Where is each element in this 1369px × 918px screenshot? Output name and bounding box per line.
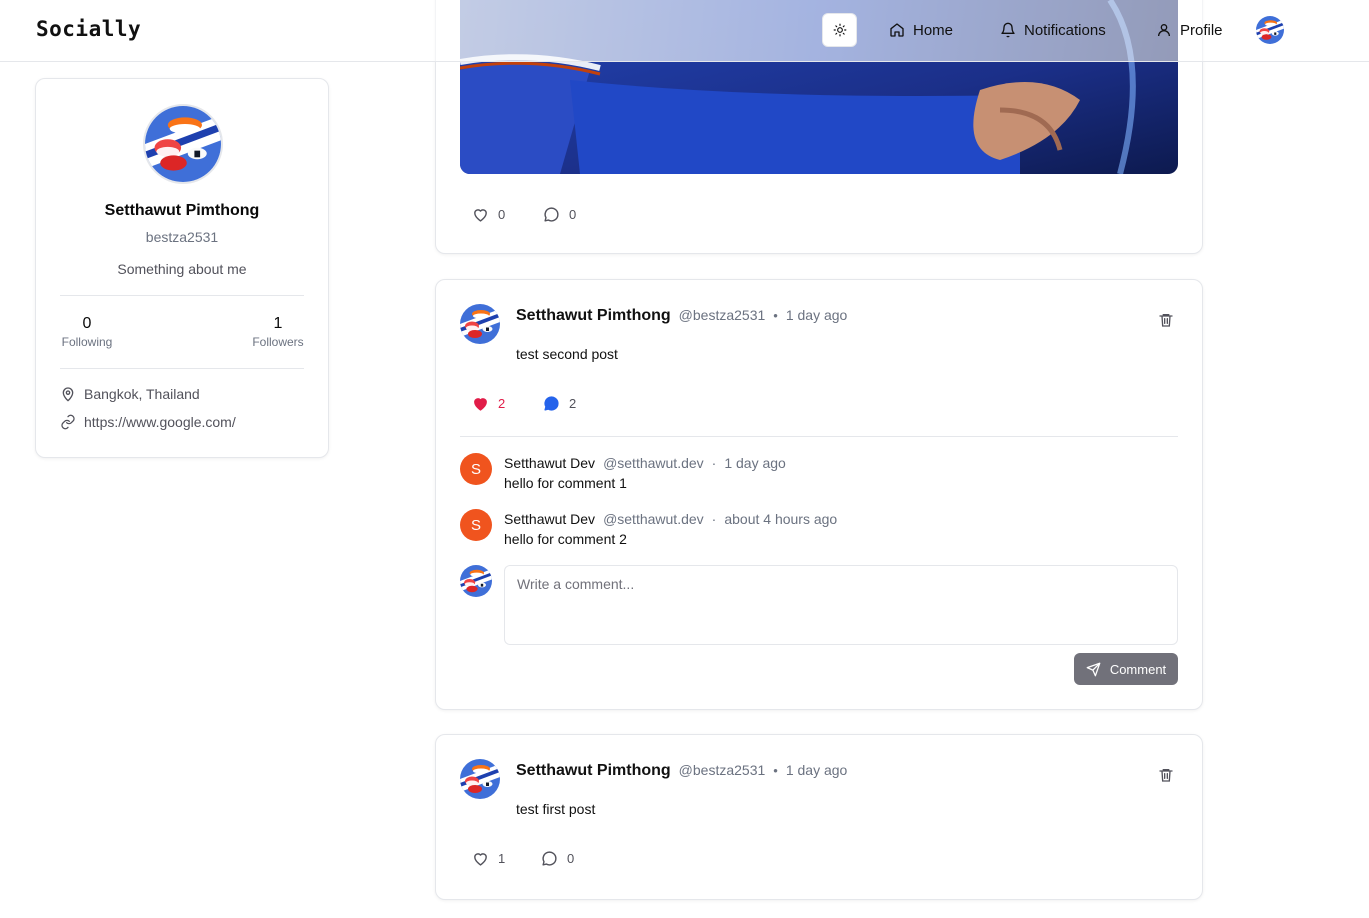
comment-count: 2 [569, 396, 577, 411]
nav-profile-label: Profile [1180, 21, 1223, 39]
comment-header: Setthawut Dev @setthawut.dev · 1 day ago [504, 455, 786, 471]
nav-notifications-label: Notifications [1024, 21, 1106, 39]
submit-comment-label: Comment [1109, 661, 1167, 677]
heart-icon [474, 209, 487, 222]
sun-icon [833, 23, 846, 37]
profile-location: Bangkok, Thailand [60, 386, 200, 402]
delete-post-button[interactable] [1158, 767, 1174, 783]
comment-text: hello for comment 1 [504, 475, 627, 491]
post-author-name[interactable]: Setthawut Pimthong [516, 307, 671, 325]
comment-text: hello for comment 2 [504, 531, 627, 547]
post-author-avatar[interactable] [460, 759, 500, 799]
post-time: 1 day ago [785, 307, 848, 323]
post-header: Setthawut Pimthong @bestza2531 • 1 day a… [516, 762, 847, 780]
comment-time: about 4 hours ago [724, 511, 838, 527]
profile-avatar[interactable] [143, 104, 223, 184]
current-user-avatar [460, 565, 492, 597]
comment-header: Setthawut Dev @setthawut.dev · about 4 h… [504, 511, 837, 527]
post-header: Setthawut Pimthong @bestza2531 • 1 day a… [516, 307, 847, 325]
nav-profile[interactable]: Profile [1156, 17, 1223, 43]
profile-username: bestza2531 [145, 229, 219, 245]
like-button[interactable]: 0 [472, 206, 505, 223]
comment-toggle-button[interactable]: 0 [543, 206, 576, 223]
post-author-avatar[interactable] [460, 304, 500, 344]
post-card: Setthawut Pimthong @bestza2531 • 1 day a… [435, 279, 1203, 710]
message-circle-filled-icon [544, 396, 559, 411]
comment-author[interactable]: Setthawut Dev [504, 455, 595, 471]
separator-dot: • [773, 763, 778, 778]
post-author-handle[interactable]: @bestza2531 [679, 307, 766, 323]
comment-time: 1 day ago [724, 455, 786, 471]
trash-icon [1159, 314, 1173, 327]
app-logo[interactable]: Socially [36, 17, 141, 41]
submit-comment-button[interactable]: Comment [1074, 653, 1178, 685]
profile-website[interactable]: https://www.google.com/ [60, 414, 236, 430]
like-count: 0 [498, 207, 506, 222]
following-stat: 0 Following [60, 315, 114, 349]
post-author-handle[interactable]: @bestza2531 [679, 762, 766, 778]
comment-toggle-button[interactable]: 0 [541, 850, 574, 867]
comment-toggle-button[interactable]: 2 [543, 395, 576, 412]
comment-input[interactable] [504, 565, 1178, 645]
following-count: 0 [82, 315, 92, 332]
separator-dot: • [773, 308, 778, 323]
heart-icon [474, 853, 487, 866]
message-circle-icon [542, 851, 557, 866]
home-icon [890, 23, 904, 37]
link-icon [61, 414, 75, 430]
theme-toggle-button[interactable] [822, 13, 857, 47]
website-link[interactable]: https://www.google.com/ [84, 414, 236, 430]
separator-dot: · [711, 455, 717, 471]
divider [460, 436, 1178, 437]
post-card: Setthawut Pimthong @bestza2531 • 1 day a… [435, 734, 1203, 900]
heart-filled-icon [474, 398, 487, 411]
nav-home-label: Home [913, 21, 954, 39]
nav-home[interactable]: Home [889, 17, 953, 43]
profile-bio: Something about me [117, 261, 247, 277]
bell-icon [1001, 22, 1015, 38]
commenter-avatar[interactable]: S [460, 453, 492, 485]
comment-handle: @setthawut.dev [603, 511, 704, 527]
delete-post-button[interactable] [1158, 312, 1174, 328]
divider [60, 368, 304, 369]
post-author-name[interactable]: Setthawut Pimthong [516, 762, 671, 780]
comment-count: 0 [569, 207, 577, 222]
like-button[interactable]: 2 [472, 395, 505, 412]
followers-stat: 1 Followers [248, 315, 308, 349]
map-pin-icon [62, 387, 74, 402]
followers-count: 1 [273, 315, 283, 332]
top-navbar: Socially Home Notifications Profile [0, 0, 1369, 62]
followers-label: Followers [252, 335, 304, 349]
profile-card: Setthawut Pimthong bestza2531 Something … [35, 78, 329, 458]
separator-dot: · [711, 511, 717, 527]
nav-notifications[interactable]: Notifications [1000, 17, 1106, 43]
post-time: 1 day ago [785, 762, 848, 778]
message-circle-icon [544, 207, 559, 222]
comment-handle: @setthawut.dev [603, 455, 704, 471]
location-text: Bangkok, Thailand [84, 386, 200, 402]
like-count: 1 [498, 851, 506, 866]
trash-icon [1159, 769, 1173, 782]
comment-author[interactable]: Setthawut Dev [504, 511, 595, 527]
like-button[interactable]: 1 [472, 850, 505, 867]
post-content: test second post [516, 346, 618, 362]
comment-count: 0 [567, 851, 575, 866]
post-content: test first post [516, 801, 596, 817]
like-count: 2 [498, 396, 506, 411]
commenter-avatar[interactable]: S [460, 509, 492, 541]
user-icon [1158, 24, 1170, 37]
divider [60, 295, 304, 296]
following-label: Following [61, 335, 113, 349]
profile-name[interactable]: Setthawut Pimthong [36, 202, 328, 220]
send-icon [1086, 662, 1101, 676]
user-menu-avatar[interactable] [1256, 16, 1284, 44]
